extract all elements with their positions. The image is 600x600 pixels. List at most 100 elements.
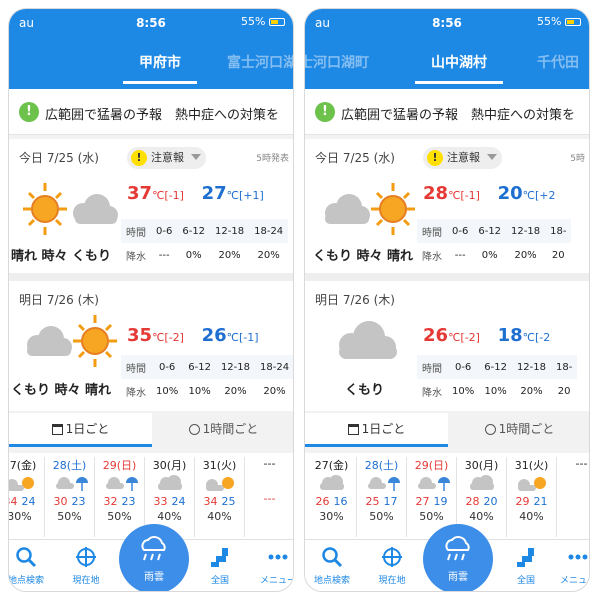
low-diff: [-2 [534,331,551,344]
forecast-date: --- [263,457,276,470]
temp-unit: ℃ [152,331,165,344]
divider [9,273,293,281]
city-tab-active[interactable]: 山中湖村 [415,52,503,84]
precip-cell: 10% [484,385,507,397]
city-tab-prev[interactable]: 士河口湖町 [305,52,369,72]
period-header: 時間 [417,355,447,379]
precip-cell: --- [158,249,170,261]
temperatures: 37℃[-1] 27℃[+1] [127,183,264,204]
period-cell: 18- [551,355,578,379]
search-icon [16,547,37,568]
forecast-high: --- [263,492,276,505]
calendar-icon [347,424,359,435]
forecast-low: 20 [483,495,498,508]
nav-nationwide[interactable]: 全国 [501,546,551,586]
precip-table: 時間 0-6 6-12 12-18 18-24 降水 10% 10% 20% 20% [121,355,293,403]
today-label: 今日 7/25 (水) [315,151,395,165]
tomorrow-label: 明日 7/26 (木) [315,293,395,307]
forecast-low: 23 [121,495,136,508]
cloud-sun-icon [195,473,244,495]
forecast-date: 28(土) [364,459,399,472]
nav-menu[interactable]: メニュー [253,546,293,586]
nav-label: 全国 [516,576,535,586]
precip-table: 時間 0-6 6-12 12-18 18- 降水 10% 10% 20% 20 [417,355,578,403]
phone-screen-yamanakako: au 8:56 55% 士河口湖町 山中湖村 千代田 ! 広範囲で猛暑の予報 熱… [304,8,590,592]
precip-table: 時間 0-6 6-12 12-18 18- 降水 --- 0% 20% 20 [417,219,572,267]
cloud-icon [457,473,506,495]
forecast-date: 27(金) [9,459,37,472]
nav-search[interactable]: 地点検索 [307,546,357,586]
weather-description: くもり 時々 晴れ [313,249,414,264]
battery-percent: 55% [537,15,562,28]
low-diff: [+1] [238,189,264,202]
forecast-low: 17 [383,495,398,508]
period-cell: 6-12 [473,219,507,243]
forecast-day[interactable]: 28(土) 30 23 50% [45,457,95,537]
forecast-pop: 50% [419,510,444,523]
info-icon: ! [315,102,335,122]
forecast-date: 30(月) [152,459,187,472]
nav-location[interactable]: 現在地 [61,546,111,586]
nav-nationwide[interactable]: 全国 [195,546,245,586]
forecast-day[interactable]: --- --- [245,457,293,537]
nav-location[interactable]: 現在地 [367,546,417,586]
phone-screen-kofu: au 8:56 55% 甲府市 富士河口湖 ! 広範囲で猛暑の予報 熱中症への対… [8,8,294,592]
forecast-day[interactable]: 27(金) 26 16 30% [307,457,357,537]
city-tab-next[interactable]: 富士河口湖 [227,52,293,72]
status-icons: 55% [241,15,285,28]
rain-radar-button[interactable]: 雨雲 [119,524,189,591]
forecast-low: 21 [533,495,548,508]
city-tab-active[interactable]: 甲府市 [123,52,197,84]
precip-cell: --- [454,249,466,261]
precip-cell: 10% [452,385,475,397]
nav-search[interactable]: 地点検索 [9,546,51,586]
precip-cell: 10% [156,385,179,397]
period-cell: 0-6 [447,219,474,243]
period-cell: 12-18 [511,355,551,379]
period-cell: 0-6 [151,219,178,243]
forecast-low: 24 [21,495,36,508]
alert-button[interactable]: ! 注意報 [423,147,502,169]
period-cell: 18- [545,219,572,243]
tab-hourly[interactable]: 1時間ごと [448,413,589,447]
divider [305,273,589,281]
high-diff: [-1] [460,189,480,202]
low-temp: 26 [201,325,227,346]
city-tab-next[interactable]: 千代田 [537,52,579,72]
nav-label: 地点検索 [313,576,350,586]
cloud-umbrella-icon [407,473,456,495]
forecast-day[interactable]: 31(火) 29 21 40% [507,457,557,537]
today-label: 今日 7/25 (水) [19,151,99,165]
nav-label: 全国 [210,576,229,586]
notice-banner[interactable]: ! 広範囲で猛暑の予報 熱中症への対策を [9,89,293,135]
precip-cell: 20 [551,249,565,261]
warning-icon: ! [427,150,443,166]
forecast-low: 23 [71,495,86,508]
period-cell: 6-12 [479,355,512,379]
forecast-day[interactable]: --- [557,457,589,537]
forecast-day[interactable]: 28(土) 25 17 50% [357,457,407,537]
forecast-date: 31(火) [202,459,237,472]
forecast-day[interactable]: 31(火) 34 25 40% [195,457,245,537]
weather-description: くもり 時々 晴れ [11,383,112,398]
temp-unit: ℃ [226,189,239,202]
temperatures: 28℃[-1] 20℃[+2 [423,183,556,204]
today-card: 今日 7/25 (水) ! 注意報 5時 くもり 時々 晴れ 28℃[-1] 2… [305,139,589,273]
alert-button[interactable]: ! 注意報 [127,147,206,169]
rain-radar-button[interactable]: 雨雲 [423,524,493,591]
precip-header: 降水 [422,387,442,399]
nav-menu[interactable]: メニュー [553,546,589,586]
tomorrow-card: 明日 7/26 (木) くもり 時々 晴れ 35℃[-2] 26℃[-1] 時間… [9,281,293,411]
tab-hourly[interactable]: 1時間ごと [152,413,293,447]
notice-banner[interactable]: ! 広範囲で猛暑の予報 熱中症への対策を [305,89,589,135]
temp-unit: ℃ [152,189,165,202]
japan-map-icon [211,548,228,567]
forecast-day[interactable]: 27(金) 3424 30% [9,457,45,537]
tab-daily[interactable]: 1日ごと [9,413,152,447]
precip-cell: 20% [224,385,247,397]
sun-then-cloud-icon [23,183,118,235]
low-diff: [+2 [534,189,556,202]
tab-daily[interactable]: 1日ごと [305,413,448,447]
forecast-day[interactable]: 29(日) 32 23 50% [95,457,145,537]
clock-icon [188,424,200,435]
